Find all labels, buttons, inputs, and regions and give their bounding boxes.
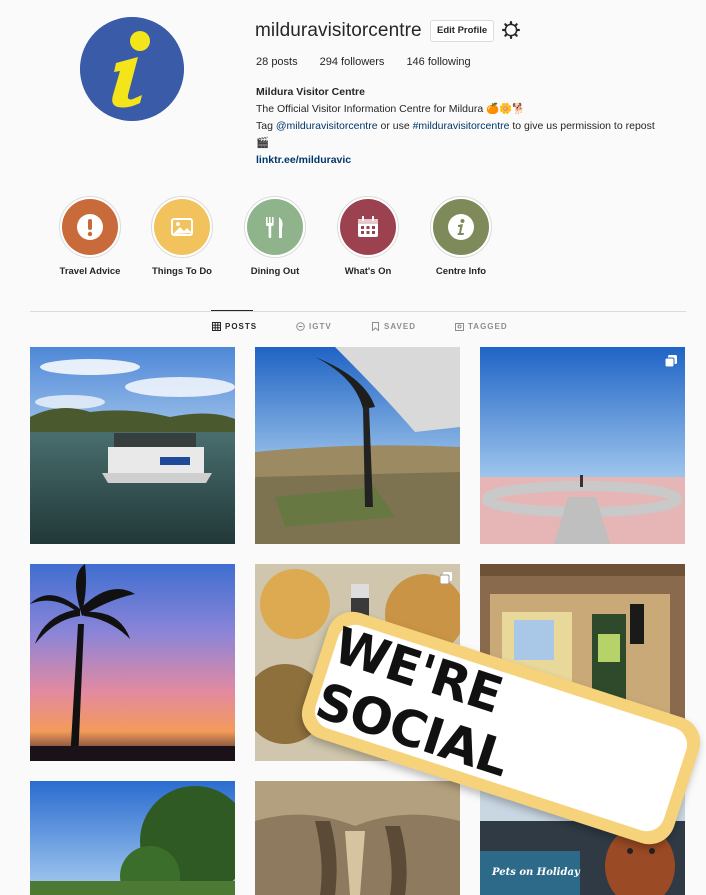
following-count[interactable]: 146 following	[406, 56, 470, 68]
post-caption: Pets on Holiday	[492, 867, 580, 878]
post-thumbnail[interactable]	[255, 347, 460, 544]
profile-tabs: POSTS IGTV SAVED TAGGED	[14, 322, 700, 336]
profile-website-link[interactable]: linktr.ee/milduravic	[256, 152, 696, 169]
tab-igtv[interactable]: IGTV	[296, 322, 332, 331]
highlight-whats-on[interactable]: What's On	[328, 196, 408, 277]
posts-count: 28 posts	[256, 56, 298, 68]
tab-posts[interactable]: POSTS	[212, 322, 257, 331]
bio-emoji: 🎬	[256, 137, 270, 149]
display-name: Mildura Visitor Centre	[256, 86, 365, 98]
mention-link[interactable]: @milduravisitorcentre	[276, 120, 378, 132]
post-thumbnail[interactable]	[480, 347, 685, 544]
post-thumbnail[interactable]	[30, 781, 235, 895]
tv-icon	[296, 322, 305, 331]
active-tab-indicator	[211, 310, 253, 311]
post-thumbnail[interactable]	[255, 781, 460, 895]
exclamation-icon	[62, 199, 118, 255]
highlight-travel-advice[interactable]: Travel Advice	[50, 196, 130, 277]
profile-bio: Mildura Visitor Centre The Official Visi…	[256, 84, 696, 169]
tag-icon	[455, 323, 464, 331]
hashtag-link[interactable]: #milduravisitorcentre	[413, 120, 510, 132]
tab-saved[interactable]: SAVED	[371, 322, 416, 331]
bio-tag-line: Tag @milduravisitorcentre or use #mildur…	[256, 120, 655, 132]
highlight-dining-out[interactable]: Dining Out	[235, 196, 315, 277]
username: milduravisitorcentre	[255, 20, 422, 41]
tab-tagged[interactable]: TAGGED	[455, 322, 508, 331]
bio-line: The Official Visitor Information Centre …	[256, 103, 526, 115]
followers-count[interactable]: 294 followers	[320, 56, 385, 68]
profile-page: milduravisitorcentre Edit Profile 28 pos…	[14, 8, 706, 895]
profile-stats: 28 posts 294 followers 146 following	[256, 56, 471, 68]
multiple-posts-icon	[440, 572, 452, 584]
calendar-icon	[340, 199, 396, 255]
highlight-centre-info[interactable]: Centre Info	[421, 196, 501, 277]
post-thumbnail[interactable]	[30, 347, 235, 544]
fork-knife-icon	[247, 199, 303, 255]
image-icon	[154, 199, 210, 255]
bookmark-icon	[372, 322, 379, 331]
grid-icon	[212, 322, 221, 331]
highlight-things-to-do[interactable]: Things To Do	[142, 196, 222, 277]
profile-avatar[interactable]	[80, 17, 184, 121]
settings-gear-icon[interactable]	[502, 21, 520, 39]
edit-profile-button[interactable]: Edit Profile	[430, 20, 495, 42]
multiple-posts-icon	[665, 355, 677, 367]
tabs-divider	[30, 311, 686, 312]
post-thumbnail[interactable]	[30, 564, 235, 761]
info-icon	[433, 199, 489, 255]
